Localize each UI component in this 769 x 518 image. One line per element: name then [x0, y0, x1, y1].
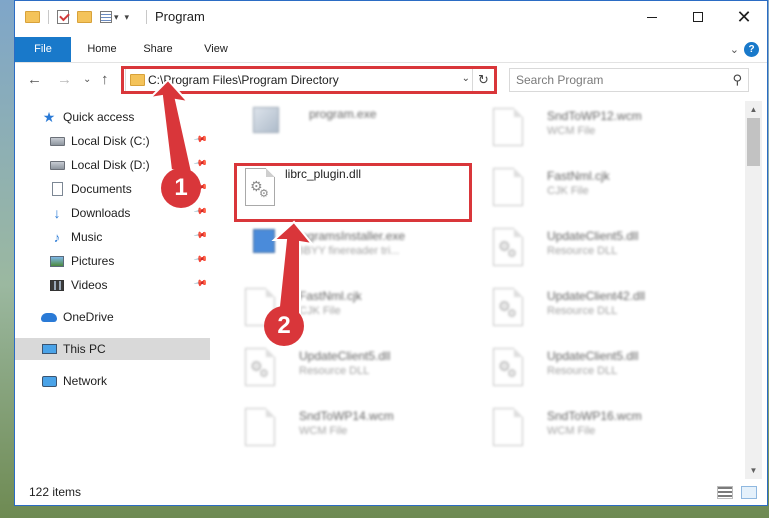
- forward-arrow-icon[interactable]: →: [57, 71, 72, 88]
- generic-file-icon: [493, 168, 523, 206]
- file-item-sndtowp16-wcm[interactable]: SndToWP16.wcm WCM File: [485, 403, 720, 463]
- dll-file-icon: ⚙ ⚙: [245, 348, 275, 386]
- step-badge-1: 1: [161, 168, 201, 208]
- dll-file-icon: ⚙ ⚙: [493, 288, 523, 326]
- search-input[interactable]: [516, 72, 716, 88]
- ribbon-tabs: File Home Share View ⌄ ?: [15, 37, 767, 63]
- documents-icon: [49, 182, 65, 196]
- chevron-down-icon[interactable]: ▾: [114, 12, 119, 23]
- file-item-updateclient5-dll-3[interactable]: ⚙ ⚙ UpdateClient5.dll Resource DLL: [485, 343, 720, 403]
- sidebar-item-onedrive[interactable]: OneDrive: [15, 306, 210, 328]
- file-item-fastnml-cjk-2[interactable]: FastNml.cjk CJK File: [485, 163, 720, 223]
- close-button[interactable]: ✕: [721, 1, 767, 33]
- pictures-icon: [49, 254, 65, 268]
- music-icon: ♪: [53, 229, 61, 245]
- this-pc-icon: [41, 342, 57, 356]
- step-badge-2: 2: [264, 306, 304, 346]
- address-bar-highlight: [121, 66, 497, 94]
- file-list: program.exe ⚙ ⚙ librc_plugin.dll Program…: [223, 101, 745, 475]
- dll-file-icon: ⚙ ⚙: [493, 228, 523, 266]
- pin-icon: 📌: [193, 251, 209, 267]
- dll-file-highlight: [234, 163, 472, 222]
- status-bar: 122 items: [15, 479, 767, 505]
- pin-icon: 📌: [193, 275, 209, 291]
- file-item-sndtowp14-wcm[interactable]: SndToWP14.wcm WCM File: [237, 403, 472, 463]
- minimize-button[interactable]: [629, 1, 675, 33]
- back-arrow-icon[interactable]: ←: [27, 71, 42, 88]
- tab-home[interactable]: Home: [79, 37, 125, 62]
- sidebar-item-music[interactable]: ♪ Music 📌: [15, 226, 210, 248]
- pin-icon: 📌: [193, 227, 209, 243]
- quick-access-toolbar: ▾ ▾: [25, 9, 129, 25]
- maximize-icon: [693, 12, 703, 22]
- properties-check-icon[interactable]: [57, 10, 69, 24]
- window-title: Program: [155, 9, 205, 24]
- customize-icon[interactable]: [100, 11, 112, 23]
- sidebar-item-this-pc[interactable]: This PC: [15, 338, 210, 360]
- recent-locations-chevron-icon[interactable]: ⌄: [83, 74, 91, 85]
- item-count: 122 items: [29, 485, 82, 499]
- vertical-scrollbar[interactable]: ▲ ▼: [745, 101, 762, 479]
- sidebar-item-videos[interactable]: Videos 📌: [15, 274, 210, 296]
- new-folder-icon[interactable]: [77, 11, 92, 23]
- pin-icon: 📌: [193, 203, 209, 219]
- search-box[interactable]: ⚲: [509, 68, 749, 92]
- customize-toolbar-icon[interactable]: ▾: [125, 12, 130, 23]
- sidebar-item-network[interactable]: Network: [15, 370, 210, 392]
- maximize-button[interactable]: [675, 1, 721, 33]
- installer-icon: [253, 229, 275, 253]
- disk-icon: [49, 158, 65, 172]
- sidebar-item-pictures[interactable]: Pictures 📌: [15, 250, 210, 272]
- navigation-pane: ★ Quick access Local Disk (C:) 📌 Local D…: [15, 101, 210, 475]
- tab-file[interactable]: File: [15, 37, 71, 62]
- pin-icon: 📌: [193, 155, 209, 171]
- file-item-programsinstaller-exe[interactable]: ProgramsInstaller.exe ABBYY finereader t…: [241, 223, 476, 283]
- up-arrow-icon[interactable]: ↑: [101, 71, 109, 88]
- disk-icon: [49, 134, 65, 148]
- toolbar-divider: [48, 10, 49, 24]
- scroll-up-icon[interactable]: ▲: [745, 101, 762, 118]
- tab-view[interactable]: View: [193, 37, 239, 62]
- file-item-updateclient5-dll[interactable]: ⚙ ⚙ UpdateClient5.dll Resource DLL: [237, 343, 472, 403]
- title-bar: ▾ ▾ Program ✕: [15, 1, 767, 33]
- details-view-icon[interactable]: [717, 486, 733, 499]
- scroll-thumb[interactable]: [747, 118, 760, 166]
- dll-file-icon: ⚙ ⚙: [493, 348, 523, 386]
- folder-icon[interactable]: [25, 11, 40, 23]
- minimize-icon: [647, 16, 657, 18]
- sidebar-item-quick-access[interactable]: ★ Quick access: [15, 106, 210, 128]
- title-divider: [146, 10, 147, 24]
- pin-icon: 📌: [193, 131, 209, 147]
- generic-file-icon: [493, 408, 523, 446]
- onedrive-icon: [41, 310, 57, 324]
- help-icon[interactable]: ?: [744, 42, 759, 57]
- generic-file-icon: [245, 408, 275, 446]
- search-icon[interactable]: ⚲: [732, 72, 742, 88]
- exe-file-icon: [253, 107, 279, 133]
- generic-file-icon: [493, 108, 523, 146]
- scroll-down-icon[interactable]: ▼: [745, 462, 762, 479]
- file-item-updateclient5-dll-2[interactable]: ⚙ ⚙ UpdateClient5.dll Resource DLL: [485, 223, 720, 283]
- videos-icon: [49, 278, 65, 292]
- file-item-program-exe[interactable]: program.exe: [241, 101, 476, 161]
- expand-ribbon-icon[interactable]: ⌄: [730, 43, 739, 56]
- network-icon: [41, 374, 57, 388]
- sidebar-item-local-disk-c[interactable]: Local Disk (C:) 📌: [15, 130, 210, 152]
- file-item-sndtowp12-wcm[interactable]: SndToWP12.wcm WCM File: [485, 103, 720, 163]
- large-icons-view-icon[interactable]: [741, 486, 757, 499]
- tab-share[interactable]: Share: [135, 37, 181, 62]
- file-item-updateclient42-dll[interactable]: ⚙ ⚙ UpdateClient42.dll Resource DLL: [485, 283, 720, 343]
- downloads-icon: ↓: [53, 205, 61, 221]
- close-icon: ✕: [736, 7, 752, 27]
- star-icon: ★: [42, 108, 56, 125]
